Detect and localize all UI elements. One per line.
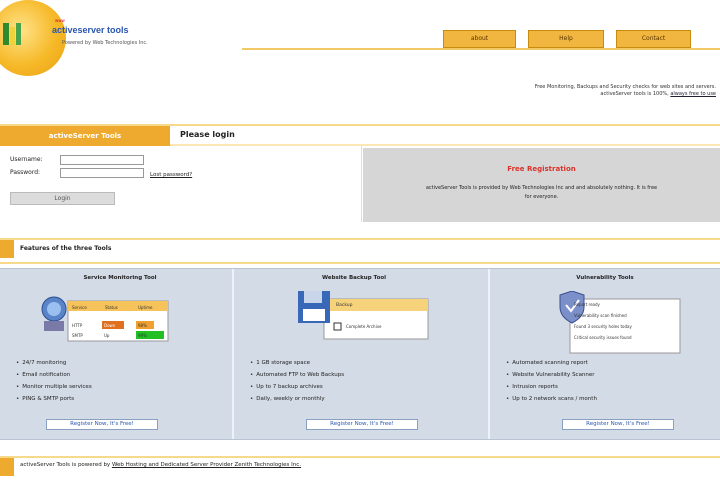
logo-small-text: www [55, 18, 65, 23]
features-divider-bottom [0, 262, 720, 264]
free-text-line-1: activeServer Tools is provided by Web Te… [425, 185, 658, 191]
promo-text: Free Monitoring, Backups and Security ch… [446, 84, 716, 98]
features-panel: Service Monitoring Tool Service Status U… [0, 268, 720, 440]
list-item: 24/7 monitoring [16, 357, 92, 369]
monitor-table-header-3: Uptime [138, 305, 153, 310]
login-tab: activeServer Tools [0, 126, 170, 146]
backup-illustration [298, 291, 429, 340]
username-label: Username: [10, 156, 43, 163]
vuln-line: Vulnerability scan finished [574, 313, 627, 318]
monitor-table-header-2: Status [105, 305, 118, 310]
login-title: Please login [180, 130, 235, 139]
free-registration-title[interactable]: Free Registration [363, 165, 720, 173]
monitor-table-cell: 98% [138, 323, 147, 328]
feature-column-backup: Website Backup Tool Backup Complete Arch… [234, 269, 474, 439]
list-item: PING & SMTP ports [16, 393, 92, 405]
nav-contact-button[interactable]: Contact [616, 30, 691, 48]
monitor-table-cell: SMTP [72, 333, 83, 338]
footer-text: activeServer Tools is powered by Web Hos… [20, 462, 301, 468]
features-divider [0, 238, 720, 240]
username-input[interactable] [60, 155, 144, 165]
feature-column-monitoring: Service Monitoring Tool Service Status U… [0, 269, 240, 439]
feature-title: Service Monitoring Tool [83, 275, 157, 281]
backup-checkbox-label: Complete Archive [346, 324, 382, 329]
list-item: Automated FTP to Web Backups [250, 369, 344, 381]
login-button[interactable]: Login [10, 192, 115, 205]
register-button-vulnerability[interactable]: Register Now, It's Free! [562, 419, 674, 430]
promo-free-link[interactable]: always free to use [670, 91, 716, 97]
password-input[interactable] [60, 168, 144, 178]
monitoring-illustration [41, 296, 169, 342]
logo-title[interactable]: activeserver tools [52, 25, 129, 35]
nav-underline [242, 48, 720, 50]
vuln-line: Critical security issues found [574, 335, 632, 340]
footer-prefix: activeServer Tools is powered by [20, 462, 112, 468]
feature-list: Automated scanning report Website Vulner… [506, 357, 597, 405]
features-marker [0, 240, 14, 258]
lost-password-link[interactable]: Lost password? [150, 172, 192, 178]
list-item: Up to 2 network scans / month [506, 393, 597, 405]
nav-about-button[interactable]: about [443, 30, 516, 48]
list-item: Intrusion reports [506, 381, 597, 393]
login-form [0, 146, 362, 222]
promo-line-2: activeServer tools is 100%, always free … [446, 91, 716, 98]
feature-title: Website Backup Tool [321, 275, 387, 281]
promo-line-2-prefix: activeServer tools is 100%, [600, 91, 671, 97]
register-button-monitoring[interactable]: Register Now, It's Free! [46, 419, 158, 430]
feature-title: Vulnerability Tools [576, 275, 634, 281]
footer-marker [0, 458, 14, 476]
list-item: Email notification [16, 369, 92, 381]
vuln-line: Found 3 security holes today [574, 324, 632, 329]
monitor-table-header-1: Service [72, 305, 87, 310]
list-item: Up to 7 backup archives [250, 381, 344, 393]
monitor-table-cell: Down [104, 323, 116, 328]
password-label: Password: [10, 169, 41, 176]
monitor-table-cell: HTTP [72, 323, 83, 328]
promo-line-1: Free Monitoring, Backups and Security ch… [534, 84, 716, 90]
feature-list: 1 GB storage space Automated FTP to Web … [250, 357, 344, 405]
footer-divider [0, 456, 720, 458]
list-item: 1 GB storage space [250, 357, 344, 369]
feature-list: 24/7 monitoring Email notification Monit… [16, 357, 92, 405]
free-text-line-2: for everyone. [524, 194, 559, 200]
nav-help-button[interactable]: Help [528, 30, 604, 48]
vuln-line: Report ready [574, 302, 600, 307]
logo-mark-icon [3, 23, 21, 45]
feature-column-vulnerability: Vulnerability Tools Report ready Vulnera… [490, 269, 720, 439]
list-item: Website Vulnerability Scanner [506, 369, 597, 381]
features-title: Features of the three Tools [20, 245, 112, 252]
logo-subtitle: Powered by Web Technologies Inc. [62, 40, 148, 46]
monitor-table-cell: 99% [138, 333, 147, 338]
list-item: Daily, weekly or monthly [250, 393, 344, 405]
register-button-backup[interactable]: Register Now, It's Free! [306, 419, 418, 430]
vulnerability-illustration [559, 291, 681, 354]
free-registration-panel: Free Registration activeServer Tools is … [363, 148, 720, 222]
footer-link[interactable]: Web Hosting and Dedicated Server Provide… [112, 462, 301, 468]
backup-dialog-header: Backup [336, 303, 353, 308]
free-registration-text: activeServer Tools is provided by Web Te… [363, 184, 720, 202]
list-item: Automated scanning report [506, 357, 597, 369]
monitor-table-cell: Up [104, 333, 110, 338]
list-item: Monitor multiple services [16, 381, 91, 393]
